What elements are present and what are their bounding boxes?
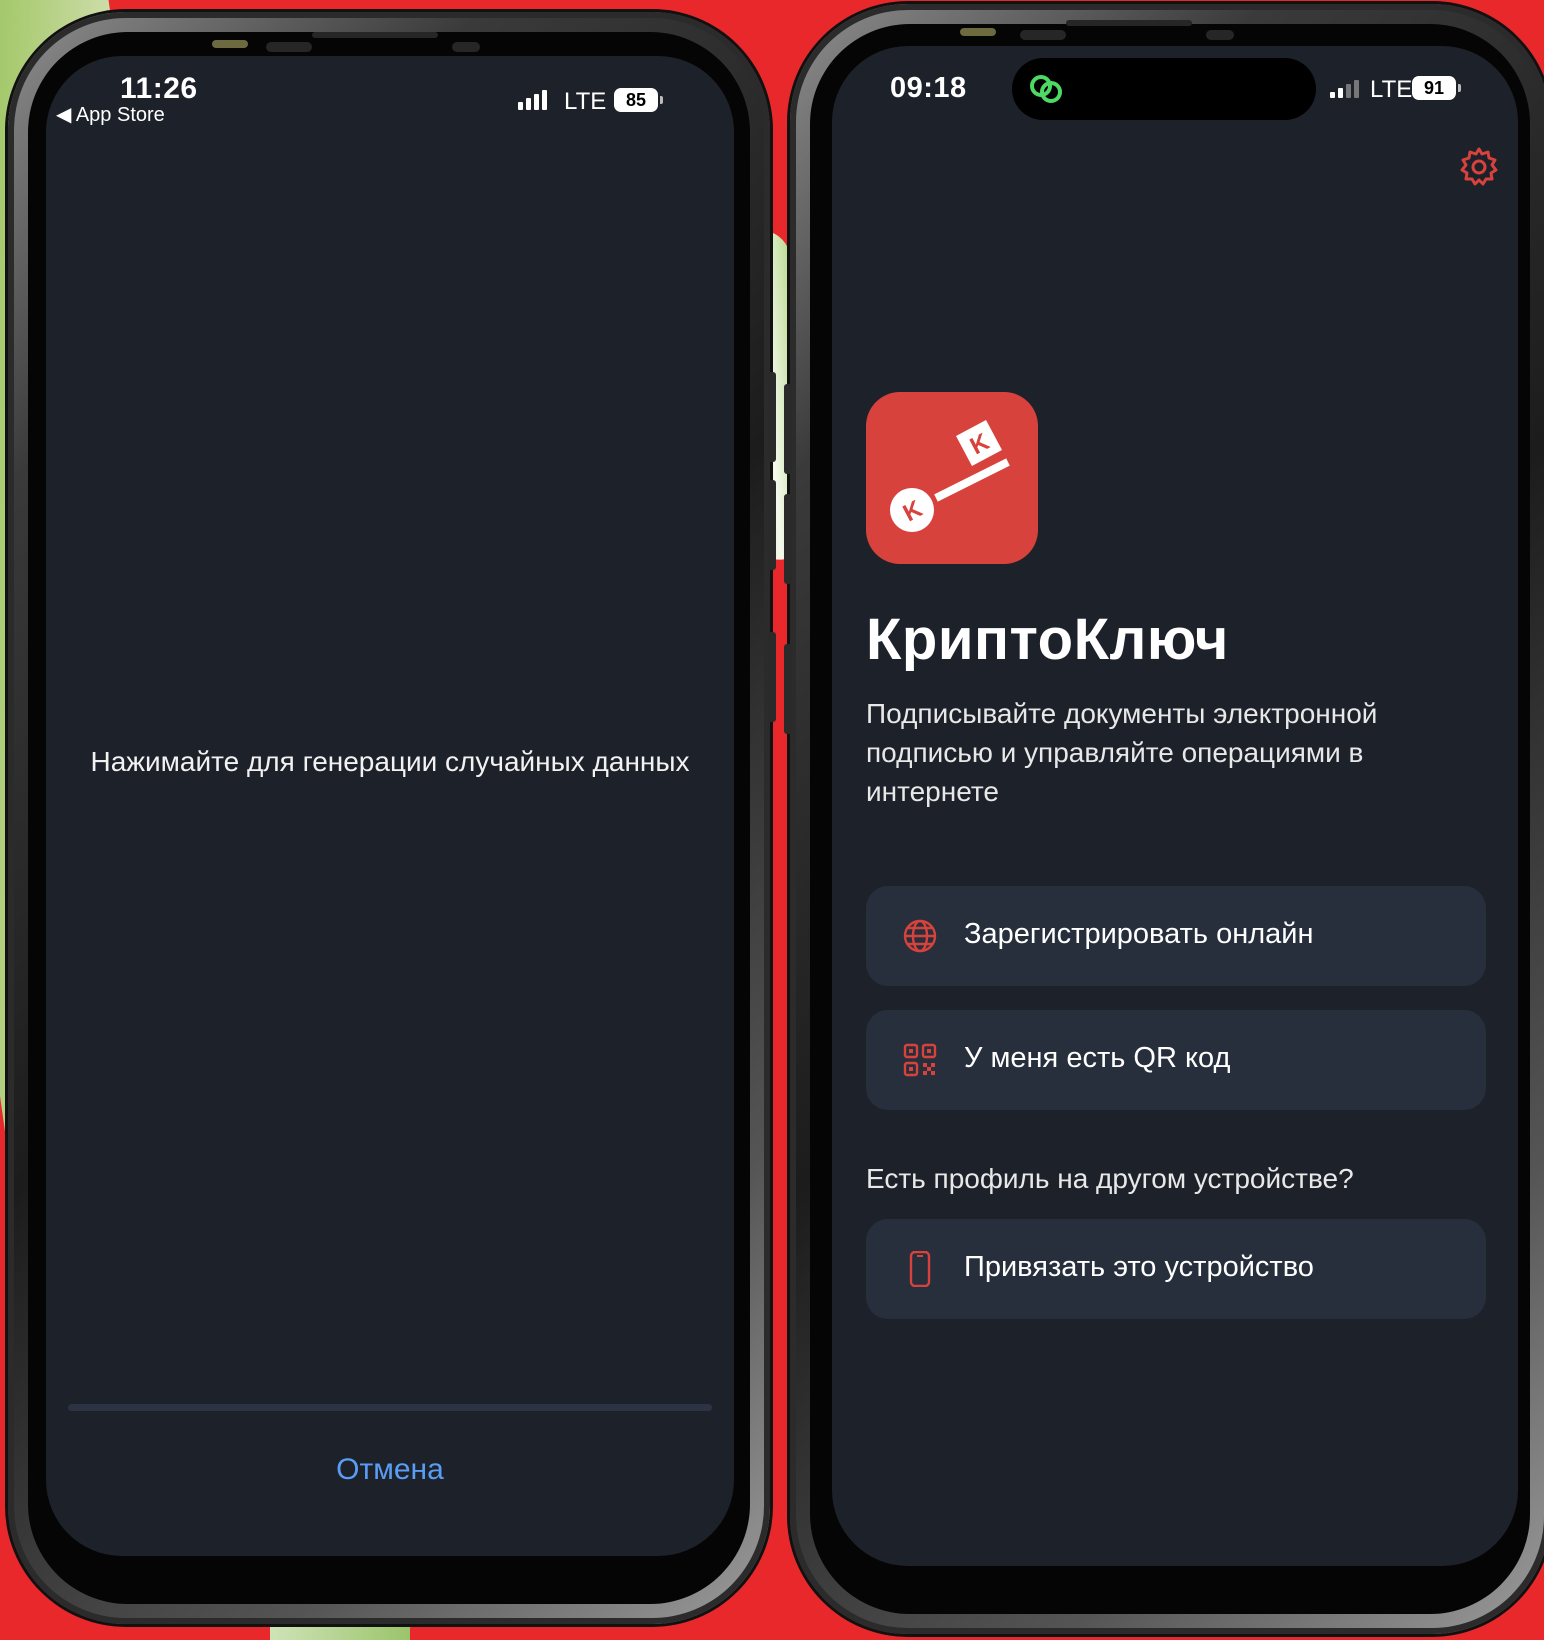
- side-button: [768, 480, 776, 570]
- status-bar: 11:26 ◀ App Store LTE 85: [46, 56, 734, 146]
- other-device-prompt: Есть профиль на другом устройстве?: [866, 1163, 1354, 1194]
- front-camera: [1206, 30, 1234, 40]
- generation-progress-bar: [68, 1404, 712, 1411]
- proximity-sensor: [212, 40, 248, 48]
- side-button: [768, 372, 776, 462]
- side-button: [784, 644, 792, 734]
- side-button: [784, 384, 792, 474]
- signal-icon: [518, 90, 547, 110]
- app-title: КриптоКлюч: [866, 607, 1229, 672]
- network-type: LTE: [564, 88, 607, 115]
- register-online-button[interactable]: Зарегистрировать онлайн: [866, 886, 1486, 986]
- have-qr-code-label: У меня есть QR код: [964, 1042, 1231, 1074]
- front-camera: [452, 42, 480, 52]
- cancel-button[interactable]: Отмена: [46, 1453, 734, 1487]
- have-qr-code-button[interactable]: У меня есть QR код: [866, 1010, 1486, 1110]
- random-data-screen[interactable]: 11:26 ◀ App Store LTE 85 Нажимайте для г…: [46, 56, 734, 1556]
- network-type: LTE: [1370, 76, 1413, 103]
- app-description: Подписывайте документы электронной подпи…: [866, 698, 1378, 807]
- app-logo: K K: [866, 392, 1038, 564]
- smartphone-icon: [909, 1251, 931, 1287]
- link-this-device-label: Привязать это устройство: [964, 1251, 1314, 1283]
- side-button: [784, 494, 792, 584]
- globe-icon: [903, 919, 937, 953]
- status-time: 09:18: [890, 72, 967, 104]
- earpiece: [312, 32, 438, 38]
- key-logo-icon: K K: [890, 420, 1010, 532]
- battery-icon: 85: [614, 88, 663, 112]
- tap-hint-text: Нажимайте для генерации случайных данных: [90, 746, 690, 777]
- side-button: [768, 632, 776, 722]
- dynamic-island: [1012, 58, 1316, 120]
- register-online-label: Зарегистрировать онлайн: [964, 918, 1314, 950]
- battery-icon: 91: [1412, 76, 1461, 100]
- back-to-app-store-link[interactable]: ◀ App Store: [56, 102, 165, 127]
- proximity-sensor: [960, 28, 996, 36]
- signal-icon: [1330, 80, 1359, 98]
- link-activity-icon: [1030, 75, 1062, 103]
- link-this-device-button[interactable]: Привязать это устройство: [866, 1219, 1486, 1319]
- status-bar: 09:18 LTE 91: [832, 46, 1518, 136]
- status-time: 11:26: [120, 72, 198, 105]
- qr-code-icon: [903, 1043, 937, 1077]
- earpiece: [1066, 20, 1192, 26]
- speaker-grille: [266, 42, 312, 52]
- kriptoklyuch-welcome-screen: 09:18 LTE 91 K K КриптоКлюч Подписывайте…: [832, 46, 1518, 1566]
- gear-icon[interactable]: [1458, 146, 1500, 188]
- speaker-grille: [1020, 30, 1066, 40]
